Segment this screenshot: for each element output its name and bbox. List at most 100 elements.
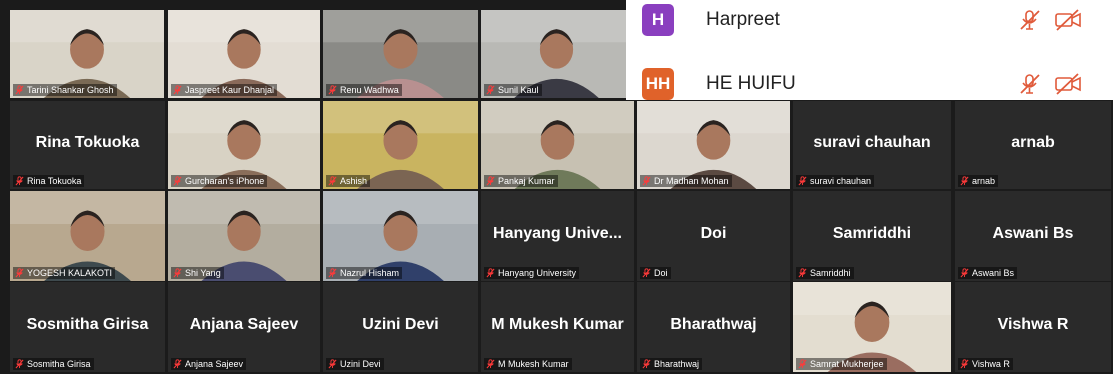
- participant-tile[interactable]: M Mukesh Kumar M Mukesh Kumar: [481, 282, 634, 372]
- participant-tile[interactable]: Shi Yang: [168, 191, 320, 281]
- participant-tile[interactable]: Jaspreet Kaur Dhanjal: [168, 10, 320, 98]
- participant-tile[interactable]: Bharathwaj Bharathwaj: [637, 282, 790, 372]
- participant-display-name: Uzini Devi: [362, 316, 439, 334]
- participant-tile[interactable]: suravi chauhan suravi chauhan: [793, 101, 951, 189]
- mic-off-icon: [960, 359, 969, 369]
- mic-off-icon: [173, 359, 182, 369]
- participant-name-label: Pankaj Kumar: [484, 175, 558, 187]
- participant-name-label: Doi: [640, 267, 671, 279]
- participant-display-name: arnab: [1011, 134, 1055, 152]
- participant-name-label: Hanyang University: [484, 267, 580, 279]
- participant-tile[interactable]: Sosmitha Girisa Sosmitha Girisa: [10, 282, 165, 372]
- participant-tile[interactable]: Aswani Bs Aswani Bs: [955, 191, 1111, 281]
- mic-off-icon: [486, 268, 495, 278]
- participant-tile[interactable]: Pankaj Kumar: [481, 101, 634, 189]
- participant-name-label: Jaspreet Kaur Dhanjal: [171, 84, 278, 96]
- mic-off-icon: [798, 359, 807, 369]
- participant-name: Rina Tokuoka: [27, 176, 82, 186]
- participant-tile[interactable]: Tarini Shankar Ghosh: [10, 10, 164, 98]
- mic-off-icon: [960, 268, 969, 278]
- participant-name: Dr Madhan Mohan: [654, 176, 729, 186]
- participant-name: Renu Wadhwa: [340, 85, 399, 95]
- participant-tile[interactable]: Dr Madhan Mohan: [637, 101, 790, 189]
- participant-tile[interactable]: YOGESH KALAKOTI: [10, 191, 165, 281]
- participant-tile[interactable]: Doi Doi: [637, 191, 790, 281]
- participant-tile[interactable]: Rina Tokuoka Rina Tokuoka: [10, 101, 165, 189]
- participant-tile[interactable]: Hanyang Unive... Hanyang University: [481, 191, 634, 281]
- participant-tile[interactable]: Renu Wadhwa: [323, 10, 478, 98]
- participant-row-1[interactable]: HH HE HUIFU: [626, 52, 1113, 100]
- video-off-icon[interactable]: [1054, 9, 1082, 31]
- participant-name-label: Sunil Kaul: [484, 84, 542, 96]
- participant-name: Samrat Mukherjee: [810, 359, 884, 369]
- mic-off-icon: [173, 176, 182, 186]
- participant-display-name: M Mukesh Kumar: [491, 316, 624, 334]
- participant-name: Tarini Shankar Ghosh: [27, 85, 114, 95]
- mic-off-icon[interactable]: [1018, 73, 1042, 95]
- mic-off-icon: [15, 176, 24, 186]
- mic-off-icon: [486, 176, 495, 186]
- participant-row-0[interactable]: H Harpreet: [626, 0, 1113, 48]
- participant-name: M Mukesh Kumar: [498, 359, 569, 369]
- participant-display-name: Rina Tokuoka: [35, 134, 140, 152]
- participant-tile[interactable]: Gurcharan's iPhone: [168, 101, 320, 189]
- participant-name-label: Bharathwaj: [640, 358, 703, 370]
- participant-name: YOGESH KALAKOTI: [27, 268, 113, 278]
- participant-name-label: Renu Wadhwa: [326, 84, 402, 96]
- participant-name: Aswani Bs: [972, 268, 1015, 278]
- participant-name-label: Sosmitha Girisa: [13, 358, 94, 370]
- participant-tile[interactable]: Anjana Sajeev Anjana Sajeev: [168, 282, 320, 372]
- participant-name-label: Ashish: [326, 175, 371, 187]
- mic-off-icon[interactable]: [1018, 9, 1042, 31]
- mic-off-icon: [328, 85, 337, 95]
- participant-name: Samriddhi: [810, 268, 851, 278]
- participant-tile[interactable]: arnab arnab: [955, 101, 1111, 189]
- participant-display-name: suravi chauhan: [813, 134, 931, 152]
- participant-name: Gurcharan's iPhone: [185, 176, 265, 186]
- avatar: H: [642, 4, 674, 36]
- mic-off-icon: [15, 359, 24, 369]
- participant-name-label: Aswani Bs: [958, 267, 1018, 279]
- participant-name-label: Anjana Sajeev: [171, 358, 247, 370]
- participant-name-label: Samrat Mukherjee: [796, 358, 887, 370]
- participant-tile[interactable]: Samrat Mukherjee: [793, 282, 951, 372]
- video-off-icon[interactable]: [1054, 73, 1082, 95]
- participant-tile[interactable]: Samriddhi Samriddhi: [793, 191, 951, 281]
- participant-name: Jaspreet Kaur Dhanjal: [185, 85, 275, 95]
- avatar: HH: [642, 68, 674, 100]
- participant-tile[interactable]: Nazrul Hisham: [323, 191, 478, 281]
- participant-name: Sosmitha Girisa: [27, 359, 91, 369]
- participant-display-name: Aswani Bs: [992, 225, 1074, 243]
- mic-off-icon: [642, 268, 651, 278]
- participant-name: Bharathwaj: [654, 359, 700, 369]
- participant-name-label: arnab: [958, 175, 999, 187]
- participant-name-label: Samriddhi: [796, 267, 854, 279]
- participant-tile[interactable]: Uzini Devi Uzini Devi: [323, 282, 478, 372]
- mic-off-icon: [486, 85, 495, 95]
- participant-name-label: suravi chauhan: [796, 175, 875, 187]
- participant-name-label: Shi Yang: [171, 267, 224, 279]
- participant-tile[interactable]: Sunil Kaul: [481, 10, 632, 98]
- participant-tile[interactable]: Vishwa R Vishwa R: [955, 282, 1111, 372]
- participant-display-name: Vishwa R: [997, 316, 1069, 334]
- participant-name-label: Nazrul Hisham: [326, 267, 403, 279]
- participant-display-name: Doi: [700, 225, 727, 243]
- participant-name: Harpreet: [706, 9, 780, 30]
- participant-name: Doi: [654, 268, 668, 278]
- participant-name-label: M Mukesh Kumar: [484, 358, 572, 370]
- participant-tile[interactable]: Ashish: [323, 101, 478, 189]
- participants-panel: H Harpreet HH HE HUIFU: [626, 0, 1113, 100]
- participant-name-label: Rina Tokuoka: [13, 175, 85, 187]
- participant-name-label: Uzini Devi: [326, 358, 384, 370]
- participant-name: Nazrul Hisham: [340, 268, 400, 278]
- participant-name: suravi chauhan: [810, 176, 872, 186]
- mic-off-icon: [642, 176, 651, 186]
- participant-name: Hanyang University: [498, 268, 577, 278]
- mic-off-icon: [173, 268, 182, 278]
- participant-name-label: Tarini Shankar Ghosh: [13, 84, 117, 96]
- participant-name: Pankaj Kumar: [498, 176, 555, 186]
- participant-display-name: Hanyang Unive...: [493, 225, 622, 243]
- mic-off-icon: [798, 268, 807, 278]
- participant-name: Sunil Kaul: [498, 85, 539, 95]
- participant-name: Vishwa R: [972, 359, 1010, 369]
